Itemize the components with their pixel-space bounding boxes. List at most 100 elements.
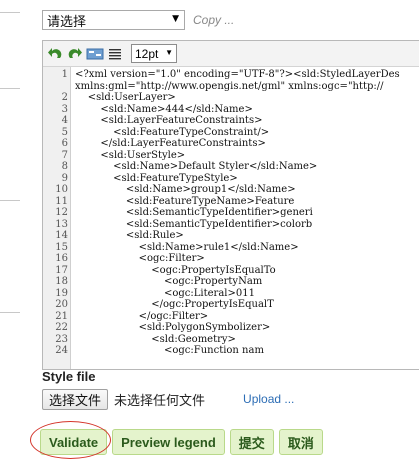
code-line: 12 <sld:SemanticTypeIdentifier>generi [43, 207, 400, 219]
format-icon[interactable] [105, 44, 125, 64]
code-text: <ogc:Function nam [75, 345, 264, 356]
code-text: <sld:Name>Default Styler</sld:Name> [75, 161, 318, 172]
line-number: 10 [55, 184, 68, 195]
code-line: 13 <sld:SemanticTypeIdentifier>colorb [43, 219, 400, 231]
font-size-value: 12pt [135, 46, 159, 61]
divider [0, 312, 20, 313]
line-number: 19 [55, 287, 68, 299]
divider [0, 88, 20, 89]
line-number: 23 [55, 333, 68, 345]
code-area[interactable]: 1 <?xml version="1.0" encoding="UTF-8"?><… [43, 67, 419, 369]
font-size-select[interactable]: 12pt ▼ [131, 44, 177, 63]
code-text: <ogc:Filter> [75, 253, 205, 264]
line-number: 18 [55, 276, 68, 287]
code-text: <sld:Name>444</sld:Name> [75, 103, 253, 115]
style-template-select[interactable]: 请选择 ▼ [42, 10, 185, 30]
code-text: <sld:UserStyle> [75, 149, 186, 161]
code-text: <sld:Rule> [75, 230, 184, 241]
code-lines: 1 <?xml version="1.0" encoding="UTF-8"?><… [43, 69, 400, 357]
preview-legend-button[interactable]: Preview legend [112, 429, 225, 455]
code-text: </ogc:Filter> [75, 310, 209, 322]
code-text: <sld:FeatureTypeConstraint/> [75, 126, 270, 138]
style-template-selected: 请选择 [47, 14, 87, 30]
chevron-down-icon: ▼ [172, 14, 179, 24]
code-line: 1 <?xml version="1.0" encoding="UTF-8"?><… [43, 69, 400, 81]
code-text: <sld:SemanticTypeIdentifier>colorb [75, 218, 313, 230]
code-line: 14 <sld:Rule> [43, 230, 400, 242]
code-text: <sld:SemanticTypeIdentifier>generi [75, 207, 313, 218]
style-file-label: Style file [42, 369, 96, 384]
code-line: xmlns:gml="http://www.opengis.net/gml" x… [43, 81, 400, 93]
code-text: <ogc:PropertyNam [75, 276, 263, 287]
code-line: 10 <sld:Name>group1</sld:Name> [43, 184, 400, 196]
code-text: <sld:LayerFeatureConstraints> [75, 115, 263, 126]
code-line: 23 <sld:Geometry> [43, 334, 400, 346]
code-text: <?xml version="1.0" encoding="UTF-8"?><s… [75, 69, 400, 80]
line-number: 2 [61, 92, 68, 103]
code-text: <sld:PolygonSymbolizer> [75, 322, 271, 333]
code-text: <sld:FeatureTypeName>Feature [75, 195, 295, 207]
code-line: 2 <sld:UserLayer> [43, 92, 400, 104]
line-number: 16 [55, 253, 68, 264]
editor-toolbar: 12pt ▼ [43, 41, 419, 67]
code-line: 7 <sld:UserStyle> [43, 150, 400, 162]
upload-link[interactable]: Upload ... [243, 392, 294, 406]
submit-button[interactable]: 提交 [229, 429, 274, 455]
annotation-circle [30, 421, 111, 459]
line-number: 13 [55, 218, 68, 230]
line-number: 6 [61, 138, 68, 149]
code-editor[interactable]: 12pt ▼ 1 <?xml version="1.0" encoding="UT… [42, 40, 419, 370]
copy-link[interactable]: Copy ... [193, 13, 234, 27]
file-status: 未选择任何文件 [114, 393, 206, 409]
code-line: 6 </sld:LayerFeatureConstraints> [43, 138, 400, 150]
code-line: 24 <ogc:Function nam [43, 345, 400, 357]
code-line: 16 <ogc:Filter> [43, 253, 400, 265]
code-line: 18 <ogc:PropertyNam [43, 276, 400, 288]
code-line: 15 <sld:Name>rule1</sld:Name> [43, 242, 400, 254]
line-number: 3 [61, 103, 68, 115]
line-number: 15 [55, 241, 68, 253]
line-number: 9 [61, 172, 68, 184]
code-line: 19 <ogc:Literal>011 [43, 288, 400, 300]
undo-icon[interactable] [45, 44, 65, 64]
code-line: 20 </ogc:PropertyIsEqualT [43, 299, 400, 311]
code-text: </sld:LayerFeatureConstraints> [75, 138, 266, 149]
line-number: 22 [55, 322, 68, 333]
code-line: 5 <sld:FeatureTypeConstraint/> [43, 127, 400, 139]
search-replace-icon[interactable] [85, 44, 105, 64]
code-line: 8 <sld:Name>Default Styler</sld:Name> [43, 161, 400, 173]
code-text: <sld:Name>group1</sld:Name> [75, 184, 296, 195]
divider [0, 200, 20, 201]
code-line: 22 <sld:PolygonSymbolizer> [43, 322, 400, 334]
line-number [43, 81, 71, 93]
line-number: 17 [55, 264, 68, 276]
line-number: 1 [61, 69, 68, 80]
cancel-button[interactable]: 取消 [278, 429, 323, 455]
line-number: 24 [55, 345, 68, 356]
code-text: </ogc:PropertyIsEqualT [75, 299, 274, 310]
line-number: 5 [61, 126, 68, 138]
line-number: 14 [55, 230, 68, 241]
code-text: <ogc:Literal>011 [75, 287, 255, 299]
code-line: 4 <sld:LayerFeatureConstraints> [43, 115, 400, 127]
template-row: 请选择 ▼ Copy ... [42, 10, 234, 30]
line-number: 8 [61, 161, 68, 172]
file-row: 选择文件 未选择任何文件 Upload ... [42, 387, 294, 411]
chevron-down-icon: ▼ [165, 48, 173, 57]
code-text: <sld:FeatureTypeStyle> [75, 172, 238, 184]
line-number: 7 [61, 149, 68, 161]
code-text: <sld:Name>rule1</sld:Name> [75, 241, 299, 253]
code-text: <sld:UserLayer> [75, 92, 176, 103]
line-number: 21 [55, 310, 68, 322]
code-line: 21 </ogc:Filter> [43, 311, 400, 323]
code-text: <sld:Geometry> [75, 333, 236, 345]
redo-icon[interactable] [65, 44, 85, 64]
code-line: 11 <sld:FeatureTypeName>Feature [43, 196, 400, 208]
line-number: 12 [55, 207, 68, 218]
code-line: 17 <ogc:PropertyIsEqualTo [43, 265, 400, 277]
line-number: 4 [61, 115, 68, 126]
code-line: 3 <sld:Name>444</sld:Name> [43, 104, 400, 116]
line-number: 11 [55, 195, 68, 207]
code-line: 9 <sld:FeatureTypeStyle> [43, 173, 400, 185]
choose-file-button[interactable]: 选择文件 [42, 388, 109, 410]
